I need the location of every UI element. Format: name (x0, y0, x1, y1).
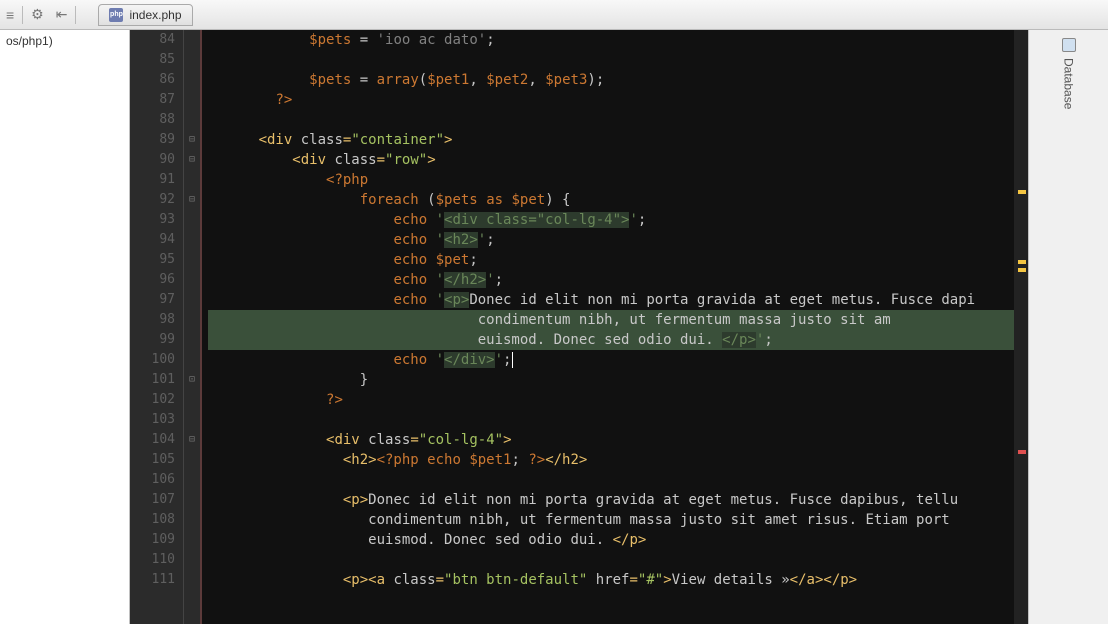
right-sidebar: Database (1028, 30, 1108, 624)
warning-marker[interactable] (1018, 260, 1026, 264)
collapse-icon[interactable]: ⇤ (50, 6, 74, 23)
editor-tab[interactable]: php index.php (98, 4, 192, 26)
error-stripe[interactable] (1014, 30, 1028, 624)
error-marker[interactable] (1018, 450, 1026, 454)
gear-icon[interactable]: ⚙ (25, 6, 50, 23)
tab-label: index.php (129, 8, 181, 22)
fold-gutter[interactable]: ⊟⊟⊟⊡⊟ (184, 30, 200, 624)
menu-icon[interactable]: ≡ (0, 7, 20, 23)
code-editor[interactable]: 8485868788899091929394959697989910010110… (130, 30, 1028, 624)
path-fragment: os/php1) (6, 34, 53, 48)
toolbar: ≡ ⚙ ⇤ php index.php (0, 0, 1108, 30)
database-tab[interactable]: Database (1062, 58, 1076, 109)
code-area[interactable]: $pets = 'ioo ac dato'; $pets = array($pe… (200, 30, 1014, 624)
warning-marker[interactable] (1018, 190, 1026, 194)
php-file-icon: php (109, 8, 123, 22)
project-panel[interactable]: os/php1) (0, 30, 130, 624)
warning-marker[interactable] (1018, 268, 1026, 272)
database-icon[interactable] (1062, 38, 1076, 52)
line-number-gutter: 8485868788899091929394959697989910010110… (130, 30, 184, 624)
